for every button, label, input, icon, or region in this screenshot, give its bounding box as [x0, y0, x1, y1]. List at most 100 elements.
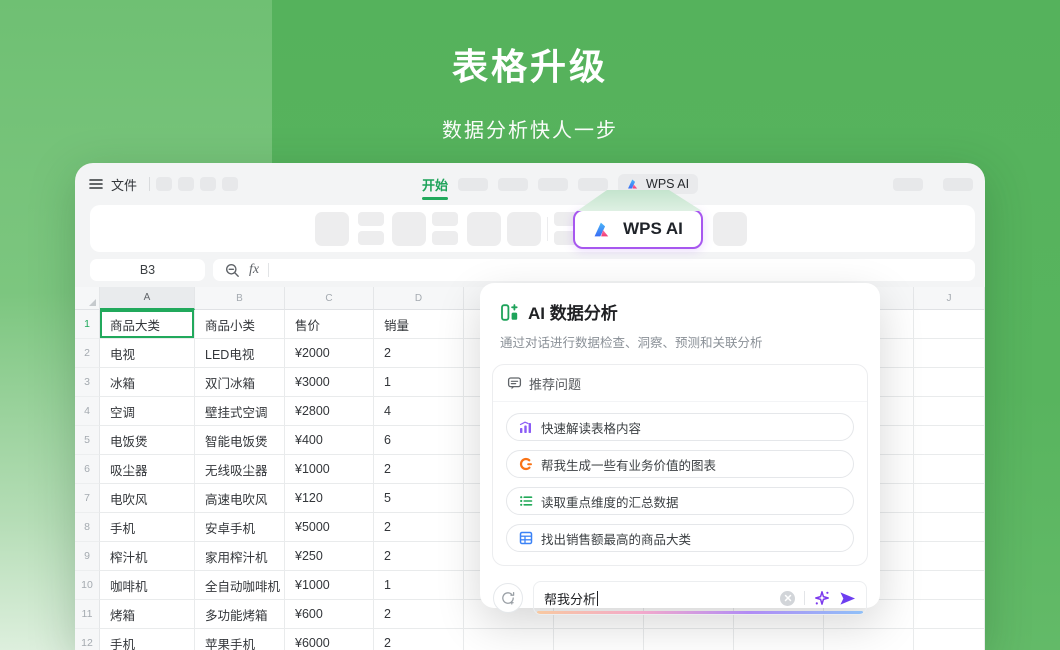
- suggestion-pill[interactable]: 帮我生成一些有业务价值的图表: [506, 450, 854, 478]
- cell[interactable]: ¥5000: [285, 513, 374, 542]
- cell[interactable]: [914, 455, 985, 484]
- cell[interactable]: 5: [374, 484, 464, 513]
- cell[interactable]: [914, 600, 985, 629]
- suggestion-pill[interactable]: 读取重点维度的汇总数据: [506, 487, 854, 515]
- row-header-2[interactable]: 2: [75, 339, 100, 368]
- cell[interactable]: 壁挂式空调: [195, 397, 285, 426]
- cell[interactable]: 1: [374, 368, 464, 397]
- toolbar-button-placeholder[interactable]: [392, 212, 426, 246]
- cell[interactable]: LED电视: [195, 339, 285, 368]
- cell[interactable]: 无线吸尘器: [195, 455, 285, 484]
- cell[interactable]: 2: [374, 513, 464, 542]
- column-header-B[interactable]: B: [195, 287, 285, 310]
- row-header-4[interactable]: 4: [75, 397, 100, 426]
- cell[interactable]: 1: [374, 571, 464, 600]
- sparkle-magic-icon[interactable]: [814, 590, 830, 606]
- row-header-12[interactable]: 12: [75, 629, 100, 650]
- cell[interactable]: 多功能烤箱: [195, 600, 285, 629]
- cell[interactable]: ¥250: [285, 542, 374, 571]
- suggestion-pill[interactable]: 找出销售额最高的商品大类: [506, 524, 854, 552]
- ai-input[interactable]: 帮我分析: [533, 581, 867, 615]
- row-header-10[interactable]: 10: [75, 571, 100, 600]
- select-all-corner[interactable]: [75, 287, 100, 310]
- cell[interactable]: [464, 629, 554, 650]
- cell[interactable]: 电饭煲: [100, 426, 195, 455]
- cell[interactable]: [644, 629, 734, 650]
- cell[interactable]: [554, 629, 644, 650]
- toolbar-button-placeholder[interactable]: [713, 212, 747, 246]
- cell[interactable]: ¥1000: [285, 455, 374, 484]
- clear-input-button[interactable]: [780, 591, 795, 606]
- cell[interactable]: ¥1000: [285, 571, 374, 600]
- cell[interactable]: 销量: [374, 310, 464, 339]
- cell[interactable]: 榨汁机: [100, 542, 195, 571]
- cell[interactable]: [734, 629, 824, 650]
- column-header-C[interactable]: C: [285, 287, 374, 310]
- cell[interactable]: 2: [374, 455, 464, 484]
- column-header-D[interactable]: D: [374, 287, 464, 310]
- cell[interactable]: 吸尘器: [100, 455, 195, 484]
- cell[interactable]: [914, 513, 985, 542]
- cell-reference-box[interactable]: B3: [90, 259, 205, 281]
- toolbar-button-placeholder[interactable]: [432, 212, 458, 245]
- cell[interactable]: 2: [374, 542, 464, 571]
- cell[interactable]: 冰箱: [100, 368, 195, 397]
- cell[interactable]: ¥600: [285, 600, 374, 629]
- tab-placeholder[interactable]: [458, 178, 488, 191]
- send-button[interactable]: [839, 591, 856, 606]
- cell[interactable]: 6: [374, 426, 464, 455]
- new-conversation-button[interactable]: [493, 583, 523, 613]
- cell[interactable]: [914, 484, 985, 513]
- cell[interactable]: 智能电饭煲: [195, 426, 285, 455]
- cell[interactable]: [914, 368, 985, 397]
- cell[interactable]: 安卓手机: [195, 513, 285, 542]
- cell[interactable]: ¥120: [285, 484, 374, 513]
- window-control-placeholder[interactable]: [943, 178, 973, 191]
- cell[interactable]: 电视: [100, 339, 195, 368]
- cell[interactable]: 商品大类: [100, 310, 195, 339]
- cell[interactable]: [914, 339, 985, 368]
- cell[interactable]: [914, 629, 985, 650]
- file-menu[interactable]: 文件: [111, 175, 137, 194]
- column-header-A[interactable]: A: [100, 287, 195, 310]
- row-header-11[interactable]: 11: [75, 600, 100, 629]
- cell[interactable]: [914, 426, 985, 455]
- cell[interactable]: 苹果手机: [195, 629, 285, 650]
- row-header-3[interactable]: 3: [75, 368, 100, 397]
- window-control-placeholder[interactable]: [893, 178, 923, 191]
- cell[interactable]: [824, 629, 914, 650]
- tab-placeholder[interactable]: [498, 178, 528, 191]
- cell[interactable]: 双门冰箱: [195, 368, 285, 397]
- row-header-1[interactable]: 1: [75, 310, 100, 339]
- cell[interactable]: 家用榨汁机: [195, 542, 285, 571]
- cell[interactable]: [914, 310, 985, 339]
- row-header-9[interactable]: 9: [75, 542, 100, 571]
- tab-home[interactable]: 开始: [422, 175, 448, 194]
- formula-input-bar[interactable]: fx: [213, 259, 975, 281]
- cell[interactable]: [914, 397, 985, 426]
- cell[interactable]: 商品小类: [195, 310, 285, 339]
- toolbar-button-placeholder[interactable]: [315, 212, 349, 246]
- cell[interactable]: 烤箱: [100, 600, 195, 629]
- toolbar-button-placeholder[interactable]: [467, 212, 501, 246]
- quick-action-placeholder[interactable]: [178, 177, 194, 191]
- cell[interactable]: [914, 542, 985, 571]
- zoom-out-icon[interactable]: [225, 263, 240, 278]
- cell[interactable]: 咖啡机: [100, 571, 195, 600]
- cell[interactable]: ¥6000: [285, 629, 374, 650]
- quick-action-placeholder[interactable]: [200, 177, 216, 191]
- cell[interactable]: 2: [374, 629, 464, 650]
- cell[interactable]: 2: [374, 339, 464, 368]
- quick-action-placeholder[interactable]: [222, 177, 238, 191]
- suggestion-pill[interactable]: 快速解读表格内容: [506, 413, 854, 441]
- cell[interactable]: 空调: [100, 397, 195, 426]
- cell[interactable]: 全自动咖啡机: [195, 571, 285, 600]
- cell[interactable]: 电吹风: [100, 484, 195, 513]
- cell[interactable]: 2: [374, 600, 464, 629]
- tab-placeholder[interactable]: [538, 178, 568, 191]
- cell[interactable]: 售价: [285, 310, 374, 339]
- wps-ai-button[interactable]: WPS AI: [573, 209, 703, 249]
- cell[interactable]: 手机: [100, 513, 195, 542]
- row-header-8[interactable]: 8: [75, 513, 100, 542]
- cell[interactable]: ¥2800: [285, 397, 374, 426]
